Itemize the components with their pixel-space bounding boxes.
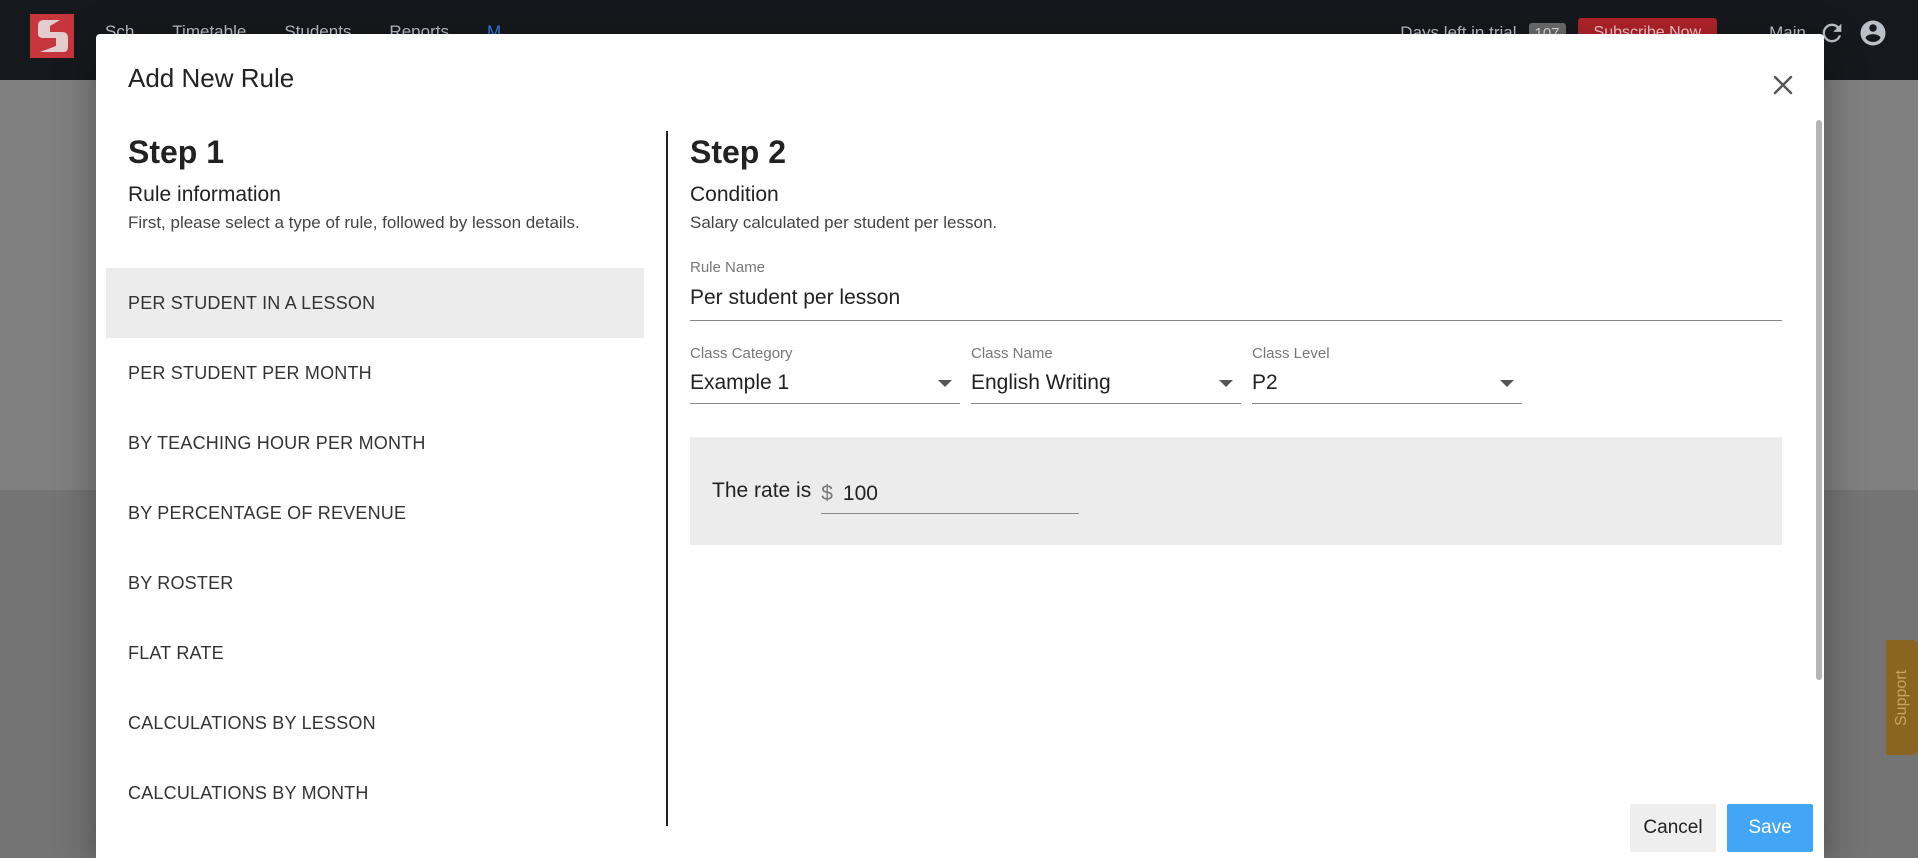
class-name-label: Class Name [971,345,1053,362]
account-circle-icon[interactable] [1858,18,1888,48]
support-tab[interactable]: Support [1886,640,1918,755]
rate-input-field: $ [821,468,1080,514]
rule-name-field: Rule Name [690,259,1782,321]
rule-type-by-percentage-of-revenue[interactable]: BY PERCENTAGE OF REVENUE [106,478,644,548]
rate-input[interactable] [842,481,1053,506]
dropdown-arrow-icon [1500,380,1514,387]
rule-type-per-student-in-a-lesson[interactable]: PER STUDENT IN A LESSON [106,268,644,338]
rule-type-by-roster[interactable]: BY ROSTER [106,548,644,618]
rule-type-list: PER STUDENT IN A LESSON PER STUDENT PER … [106,268,644,826]
close-icon [1773,75,1793,95]
dialog-title: Add New Rule [128,63,295,93]
dropdown-arrow-icon [938,380,952,387]
class-level-field: Class Level P2 [1252,345,1522,404]
class-level-select[interactable]: P2 [1252,362,1522,404]
app-logo [30,14,74,58]
step1-description: First, please select a type of rule, fol… [128,213,580,232]
rule-type-calculations-by-lesson[interactable]: CALCULATIONS BY LESSON [106,688,644,758]
class-name-value: English Writing [971,370,1111,394]
class-selects-row: Class Category Example 1 Class Name Engl… [690,345,1522,404]
dialog-scrollbar-thumb[interactable] [1816,120,1822,680]
step1-heading: Step 1 [128,134,225,170]
rule-type-calculations-by-month[interactable]: CALCULATIONS BY MONTH [106,758,644,826]
rule-type-by-teaching-hour-per-month[interactable]: BY TEACHING HOUR PER MONTH [106,408,644,478]
class-category-field: Class Category Example 1 [690,345,960,404]
save-button[interactable]: Save [1727,804,1813,852]
step1-section: Step 1 Rule information First, please se… [128,134,648,233]
rule-type-per-student-per-month[interactable]: PER STUDENT PER MONTH [106,338,644,408]
class-category-value: Example 1 [690,370,790,394]
rate-panel: The rate is $ [690,437,1782,545]
class-level-label: Class Level [1252,345,1330,362]
class-level-value: P2 [1252,370,1278,394]
step2-section: Step 2 Condition Salary calculated per s… [690,134,1790,233]
step1-subtitle: Rule information [128,183,281,206]
cancel-button[interactable]: Cancel [1630,804,1716,852]
dropdown-arrow-icon [1219,380,1233,387]
class-name-select[interactable]: English Writing [971,362,1241,404]
rate-label: The rate is [712,479,812,502]
rule-name-input[interactable] [690,276,1782,321]
step2-heading: Step 2 [690,134,787,170]
step2-description: Salary calculated per student per lesson… [690,213,998,232]
step-divider [666,131,668,826]
rule-type-flat-rate[interactable]: FLAT RATE [106,618,644,688]
add-rule-dialog: Add New Rule Step 1 Rule information Fir… [96,34,1824,858]
close-button[interactable] [1768,70,1798,100]
class-name-field: Class Name English Writing [971,345,1241,404]
step2-subtitle: Condition [690,183,779,206]
rule-name-label: Rule Name [690,259,766,276]
dialog-scrollbar[interactable] [1814,120,1824,720]
currency-symbol: $ [821,481,833,505]
class-category-select[interactable]: Example 1 [690,362,960,404]
class-category-label: Class Category [690,345,793,362]
